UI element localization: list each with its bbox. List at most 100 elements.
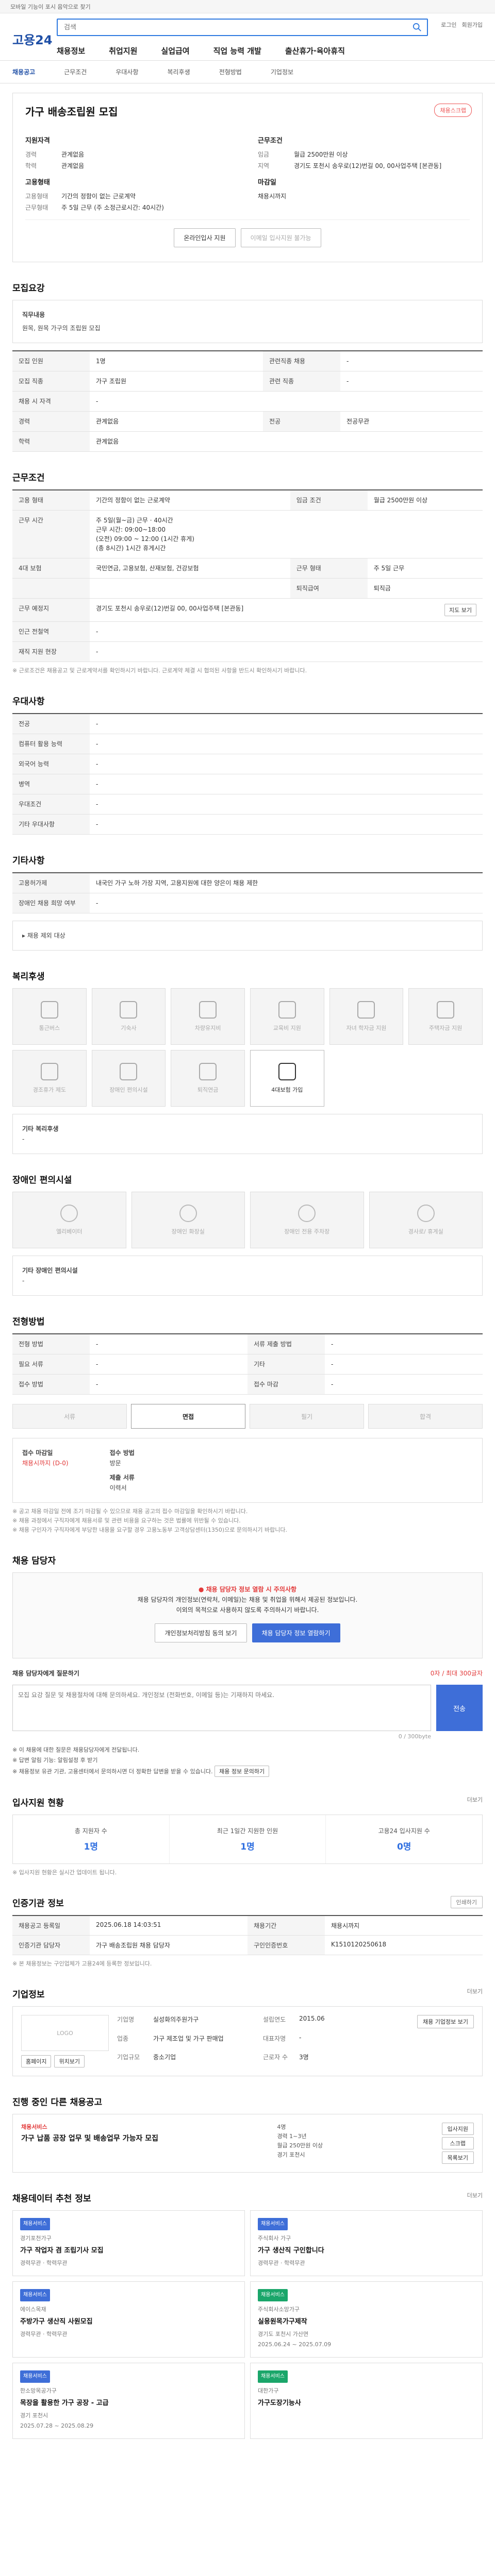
recommend-card[interactable]: 채용서비스 경기포천가구 가구 작업자 겸 조립기사 모집 경력무관 · 학력무관 — [12, 2210, 245, 2276]
table-row: 퇴직급여 퇴직금 — [12, 578, 483, 599]
site-logo[interactable]: 고용24 — [12, 30, 53, 48]
search-icon[interactable] — [412, 23, 422, 32]
row-value: 국민연금, 고용보험, 산재보험, 건강보험 — [90, 558, 290, 579]
job-card-actions: 입사지원 스크랩 목록보기 — [441, 2123, 474, 2164]
recommend-card[interactable]: 채용서비스 대한가구 가구도장기능사 — [250, 2363, 483, 2439]
tab-welfare[interactable]: 복리후생 — [168, 67, 190, 76]
info-key: 대표자명 — [263, 2035, 286, 2042]
workplace-address: 경기도 포천시 송우로(12)번길 00, 00사업주택 [본관동] — [96, 605, 244, 612]
row-value: - — [90, 774, 483, 794]
recommend-card[interactable]: 채용서비스 에이스목재 주방가구 생산직 사원모집 경력무관 · 학력무관 — [12, 2281, 245, 2358]
exclusion-box[interactable]: ▸ 채용 제외 대상 — [12, 921, 483, 951]
docs-label: 제출 서류 — [109, 1474, 135, 1481]
recommend-more-link[interactable]: 더보기 — [467, 2191, 483, 2199]
summary-key: 학력 — [25, 162, 37, 170]
contact-buttons: 개인정보처리방침 동의 보기 채용 담당자 정보 열람하기 — [24, 1623, 471, 1642]
gnb-item-benefit[interactable]: 실업급여 — [161, 45, 189, 56]
tab-hiring[interactable]: 전형방법 — [219, 67, 242, 76]
online-apply-button[interactable]: 온라인입사 지원 — [174, 228, 236, 247]
row-key: 컴퓨터 활용 능력 — [12, 734, 90, 754]
rec-meta: 학력무관 — [46, 2260, 68, 2266]
etc-heading: 기타사항 — [12, 856, 45, 866]
location-button[interactable]: 위치보기 — [54, 2055, 85, 2067]
warn-text: 채용 담당자 정보 열람 시 주의사항 — [206, 1586, 297, 1593]
manage-title: 인증기관 정보 — [12, 1899, 64, 1909]
rec-title[interactable]: 실용원목가구제작 — [258, 2317, 475, 2327]
row-key: 4대 보험 — [12, 558, 90, 579]
job-list-button[interactable]: 목록보기 — [441, 2151, 474, 2164]
summary-row: 경력 관계없음 — [25, 149, 237, 160]
qna-send-button[interactable]: 전송 — [436, 1685, 483, 1731]
company-more-link[interactable]: 더보기 — [467, 1987, 483, 1995]
info-key: 기업규모 — [117, 2054, 140, 2061]
qna-textarea[interactable] — [12, 1685, 431, 1731]
rec-title[interactable]: 목장을 활용한 가구 공장 - 고급 — [20, 2398, 237, 2409]
search-input[interactable] — [58, 20, 427, 35]
homepage-button[interactable]: 홈페이지 — [21, 2055, 52, 2067]
rec-title[interactable]: 가구 작업자 겸 조립기사 모집 — [20, 2246, 237, 2256]
hiring-note: ※ 공고 채용 마감일 전에 조기 마감될 수 있으므로 채용 공고의 접수 마… — [12, 1508, 248, 1515]
top-notice-bar: 모바일 기능이 포시 음악으로 찾기 — [0, 0, 495, 13]
row-value: - — [90, 621, 483, 642]
exclusion-link[interactable]: 채용 제외 대상 — [27, 932, 65, 939]
dorm-icon — [120, 1001, 138, 1019]
rec-title[interactable]: 가구도장기능사 — [258, 2398, 475, 2409]
recommend-card[interactable]: 채용서비스 주식회사소망가구 실용원목가구제작 경기도 포천시 가산면 2025.06.… — [250, 2281, 483, 2358]
global-nav: 채용정보 취업지원 실업급여 직업 능력 개발 출산휴가·육아휴직 — [57, 40, 483, 61]
table-row: 전형 방법 - 서류 제출 방법 - — [12, 1334, 483, 1354]
etc-section: 기타사항 고용허가제 내국인 가구 노하 가장 지역, 고용지원에 대한 양은이 … — [12, 853, 483, 951]
info-value: 중소기업 — [153, 2054, 176, 2061]
tab-condition[interactable]: 근무조건 — [64, 67, 87, 76]
house-icon — [437, 1001, 455, 1019]
welfare-item: 퇴직연금 — [171, 1050, 245, 1107]
view-contact-button[interactable]: 채용 담당자 정보 열람하기 — [252, 1623, 340, 1642]
tab-company[interactable]: 기업정보 — [271, 67, 293, 76]
logo-text: 고용24 — [12, 33, 53, 47]
job-apply-button[interactable]: 입사지원 — [441, 2123, 474, 2135]
job-card[interactable]: 채용서비스 가구 납품 공장 업무 및 배송업무 가능자 모집 4명 경력 1~… — [12, 2114, 483, 2173]
gnb-item-training[interactable]: 직업 능력 개발 — [213, 45, 261, 56]
util-join[interactable]: 회원가입 — [462, 21, 483, 29]
row-key: 접수 방법 — [12, 1374, 90, 1395]
rec-title[interactable]: 주방가구 생산직 사원모집 — [20, 2317, 237, 2327]
recommend-card[interactable]: 채용서비스 주식회사 가구 가구 생산직 구인합니다 경력무관 · 학력무관 — [250, 2210, 483, 2276]
welfare-heading: 복리후생 — [12, 972, 45, 982]
row-key — [12, 578, 90, 599]
table-row: 고용 형태 기간의 정함이 없는 근로계약 임금 조건 월급 2500만원 이상 — [12, 490, 483, 511]
tab-recruit[interactable]: 채용공고 — [12, 67, 35, 76]
welfare-label: 통근버스 — [39, 1025, 60, 1031]
section-tabs: 채용공고 근무조건 우대사항 복리후생 전형방법 기업정보 — [0, 61, 495, 83]
summary-key: 고용형태 — [25, 193, 48, 200]
meta-item: 경기 포천시 — [277, 2151, 305, 2158]
print-button[interactable]: 인쇄하기 — [450, 1896, 483, 1908]
job-card-title[interactable]: 가구 납품 공장 업무 및 배송업무 가능자 모집 — [21, 2133, 158, 2143]
welfare-etc: 기타 복리후생 - — [12, 1114, 483, 1154]
recruit-section: 모집요강 직무내용 원목, 원목 가구의 조립원 모집 모집 인원 1명 관련직종 … — [12, 281, 483, 452]
row-key: 고용허가제 — [12, 873, 90, 893]
stats-more-link[interactable]: 더보기 — [467, 1795, 483, 1804]
tab-pref[interactable]: 우대사항 — [116, 67, 138, 76]
privacy-agree-button[interactable]: 개인정보처리방침 동의 보기 — [155, 1623, 247, 1642]
gnb-item-support[interactable]: 취업지원 — [109, 45, 137, 56]
company-heading: 기업정보 더보기 — [12, 1987, 483, 2000]
util-login[interactable]: 로그인 — [441, 21, 456, 29]
row-value: 내국인 가구 노하 가장 지역, 고용지원에 대한 양은이 채용 제한 — [90, 873, 483, 893]
row-value: - — [325, 1334, 483, 1354]
rec-title[interactable]: 가구 생산직 구인합니다 — [258, 2246, 475, 2256]
row-value: - — [90, 714, 483, 734]
row-key: 전공 — [12, 714, 90, 734]
disability-etc-value: - — [22, 1277, 25, 1284]
summary-value: 월급 2500만원 이상 — [294, 151, 348, 158]
top-notice-text: 모바일 기능이 포시 음악으로 찾기 — [10, 3, 91, 10]
company-detail-button[interactable]: 채용 기업정보 보기 — [417, 2015, 474, 2028]
job-scrap-button[interactable]: 스크랩 — [441, 2137, 474, 2149]
gnb-item-leave[interactable]: 출산휴가·육아휴직 — [285, 45, 345, 56]
row-key: 우대조건 — [12, 794, 90, 815]
gnb-item-jobs[interactable]: 채용정보 — [57, 45, 85, 56]
summary-row: 지역 경기도 포천시 송우로(12)번길 00, 00사업주택 [본관동] — [258, 160, 470, 172]
email-apply-button[interactable]: 이메일 입사지원 불가능 — [240, 228, 321, 247]
map-button[interactable]: 지도 보기 — [444, 604, 476, 616]
scrap-button[interactable]: 채용스크랩 — [434, 104, 472, 117]
recommend-card[interactable]: 채용서비스 한소망목공가구 목장을 활용한 가구 공장 - 고급 경기 포천시 2025… — [12, 2363, 245, 2439]
inquiry-button[interactable]: 채용 정보 문의하기 — [214, 1766, 270, 1777]
